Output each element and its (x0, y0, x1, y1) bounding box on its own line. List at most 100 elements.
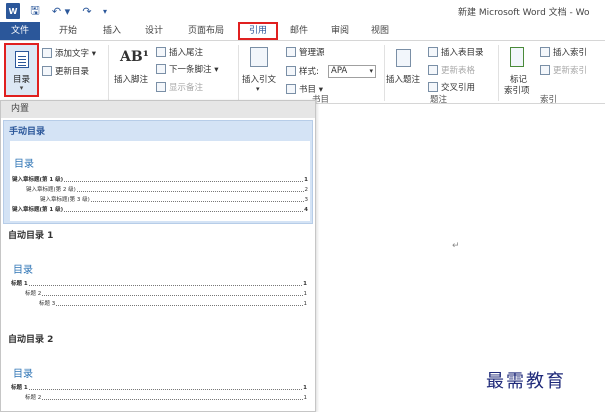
show-notes-icon (156, 82, 166, 92)
chevron-down-icon: ▾ (19, 84, 24, 92)
group-separator (384, 45, 385, 101)
group-separator (498, 45, 499, 101)
show-notes-label: 显示备注 (169, 83, 204, 93)
citation-style-select[interactable]: APA ▾ (328, 65, 376, 78)
insert-index-button[interactable]: 插入索引 (540, 46, 587, 58)
citation-style-value: APA (331, 66, 348, 76)
tab-file[interactable]: 文件 (0, 22, 40, 40)
insert-footnote-icon: AB¹ (120, 49, 149, 65)
table-of-contents-gallery: 内置 手动目录 目录 键入章标题(第 1 级) 1 键入章标题(第 2 级) 2 键… (0, 100, 316, 412)
preview-toc-line: 键入章标题(第 1 级) 1 (12, 175, 308, 183)
insert-citation-button[interactable]: 插入引文 (242, 73, 276, 85)
tab-references[interactable]: 引用 (238, 22, 278, 40)
tab-design[interactable]: 设计 (138, 22, 170, 40)
tab-home[interactable]: 开始 (52, 22, 84, 40)
preview-toc-line: 标题 21 (25, 289, 307, 297)
style-label-text: 样式: (299, 67, 319, 77)
next-footnote-icon (156, 64, 166, 74)
gallery-item-title: 自动目录 2 (8, 335, 54, 345)
preview-toc-line: 标题 21 (25, 393, 307, 401)
tab-view[interactable]: 视图 (364, 22, 396, 40)
group-label-index: 索引 (540, 95, 558, 105)
preview-toc-line: 键入章标题(第 2 级) 2 (26, 185, 308, 193)
add-text-icon (42, 48, 52, 58)
add-text-button[interactable]: 添加文字 ▾ (42, 47, 96, 59)
next-footnote-button[interactable]: 下一条脚注 ▾ (156, 63, 218, 75)
insert-index-label: 插入索引 (553, 48, 588, 58)
insert-table-of-figures-button[interactable]: 插入表目录 (428, 46, 484, 58)
window-title: 新建 Microsoft Word 文档 - Wo (458, 8, 590, 18)
word-app-icon: W (6, 3, 20, 19)
show-notes-button[interactable]: 显示备注 (156, 81, 203, 93)
mark-entry-icon (510, 47, 524, 67)
update-table-of-figures-button[interactable]: 更新表格 (428, 64, 475, 76)
add-text-label: 添加文字 ▾ (55, 49, 96, 59)
update-table-label: 更新目录 (55, 67, 90, 77)
chevron-down-icon: ▾ (256, 85, 260, 93)
preview-heading: 目录 (14, 159, 34, 170)
ribbon-references: 目录 ▾ 添加文字 ▾ 更新目录 AB¹ 插入脚注 插入尾注 下一条脚注 ▾ 显… (0, 40, 605, 105)
manage-sources-icon (286, 47, 296, 57)
tab-review[interactable]: 审阅 (324, 22, 356, 40)
watermark-text: 最需教育 (486, 371, 566, 392)
gallery-item-manual-toc[interactable]: 手动目录 目录 键入章标题(第 1 级) 1 键入章标题(第 2 级) 2 键入章标… (3, 120, 313, 224)
gallery-item-preview: 目录 键入章标题(第 1 级) 1 键入章标题(第 2 级) 2 键入章标题(第 3… (10, 141, 310, 221)
customize-quick-access-icon[interactable]: ▾ (100, 3, 110, 19)
tab-insert[interactable]: 插入 (96, 22, 128, 40)
insert-caption-icon (396, 49, 411, 67)
tab-layout[interactable]: 页面布局 (182, 22, 230, 40)
gallery-item-preview: 目录 标题 11 标题 21 (9, 347, 309, 411)
group-separator (238, 45, 239, 101)
preview-heading: 目录 (13, 369, 33, 380)
gallery-item-auto-toc-1[interactable]: 自动目录 1 目录 标题 11 标题 21 标题 31 (3, 225, 313, 325)
insert-citation-icon (250, 47, 268, 67)
group-separator (108, 45, 109, 101)
cross-reference-icon (428, 82, 438, 92)
table-of-figures-icon (428, 47, 438, 57)
insert-endnote-button[interactable]: 插入尾注 (156, 46, 203, 58)
gallery-section-header: 内置 (1, 101, 315, 118)
bibliography-icon (286, 84, 296, 94)
insert-table-of-figures-label: 插入表目录 (441, 48, 484, 58)
insert-endnote-icon (156, 47, 166, 57)
preview-toc-line: 标题 31 (39, 299, 307, 307)
tab-mailings[interactable]: 邮件 (284, 22, 314, 40)
gallery-item-preview: 目录 标题 11 标题 21 标题 31 (9, 243, 309, 323)
preview-heading: 目录 (13, 265, 33, 276)
save-icon[interactable]: 🖫 (28, 3, 42, 19)
preview-toc-line: 标题 11 (11, 279, 307, 287)
manage-sources-button[interactable]: 管理源 (286, 46, 325, 58)
mark-entry-button-line2[interactable]: 索引项 (504, 84, 530, 96)
insert-index-icon (540, 47, 550, 57)
update-table-of-figures-icon (428, 65, 438, 75)
preview-toc-line: 键入章标题(第 3 级) 3 (40, 195, 308, 203)
chevron-down-icon: ▾ (369, 67, 373, 75)
redo-icon[interactable]: ↷ (80, 3, 94, 19)
group-label-captions: 题注 (430, 95, 448, 105)
insert-caption-button[interactable]: 插入题注 (386, 73, 420, 85)
paragraph-mark: ↵ (452, 241, 460, 251)
update-table-of-figures-label: 更新表格 (441, 66, 476, 76)
preview-toc-line: 键入章标题(第 1 级) 4 (12, 205, 308, 213)
table-of-contents-icon (15, 51, 29, 68)
update-index-button[interactable]: 更新索引 (540, 64, 587, 76)
insert-footnote-button[interactable]: 插入脚注 (114, 73, 148, 85)
gallery-item-title: 手动目录 (9, 127, 46, 137)
update-index-icon (540, 65, 550, 75)
update-table-icon (42, 66, 52, 76)
cross-reference-button[interactable]: 交叉引用 (428, 81, 475, 93)
update-table-button[interactable]: 更新目录 (42, 65, 89, 77)
style-label: 样式: (286, 65, 319, 77)
preview-toc-line: 标题 11 (11, 383, 307, 391)
insert-endnote-label: 插入尾注 (169, 48, 204, 58)
manage-sources-label: 管理源 (299, 48, 325, 58)
ribbon-tabs: 文件 开始 插入 设计 页面布局 引用 邮件 审阅 视图 (0, 22, 605, 40)
style-icon (286, 66, 296, 76)
update-index-label: 更新索引 (553, 66, 588, 76)
undo-icon[interactable]: ↶ ▾ (50, 3, 72, 19)
cross-reference-label: 交叉引用 (441, 83, 476, 93)
table-of-contents-button[interactable]: 目录 ▾ (4, 43, 39, 97)
title-bar: W 🖫 ↶ ▾ ↷ ▾ 新建 Microsoft Word 文档 - Wo (0, 0, 605, 22)
gallery-item-auto-toc-2[interactable]: 自动目录 2 目录 标题 11 标题 21 (3, 329, 313, 411)
next-footnote-label: 下一条脚注 ▾ (169, 65, 219, 75)
